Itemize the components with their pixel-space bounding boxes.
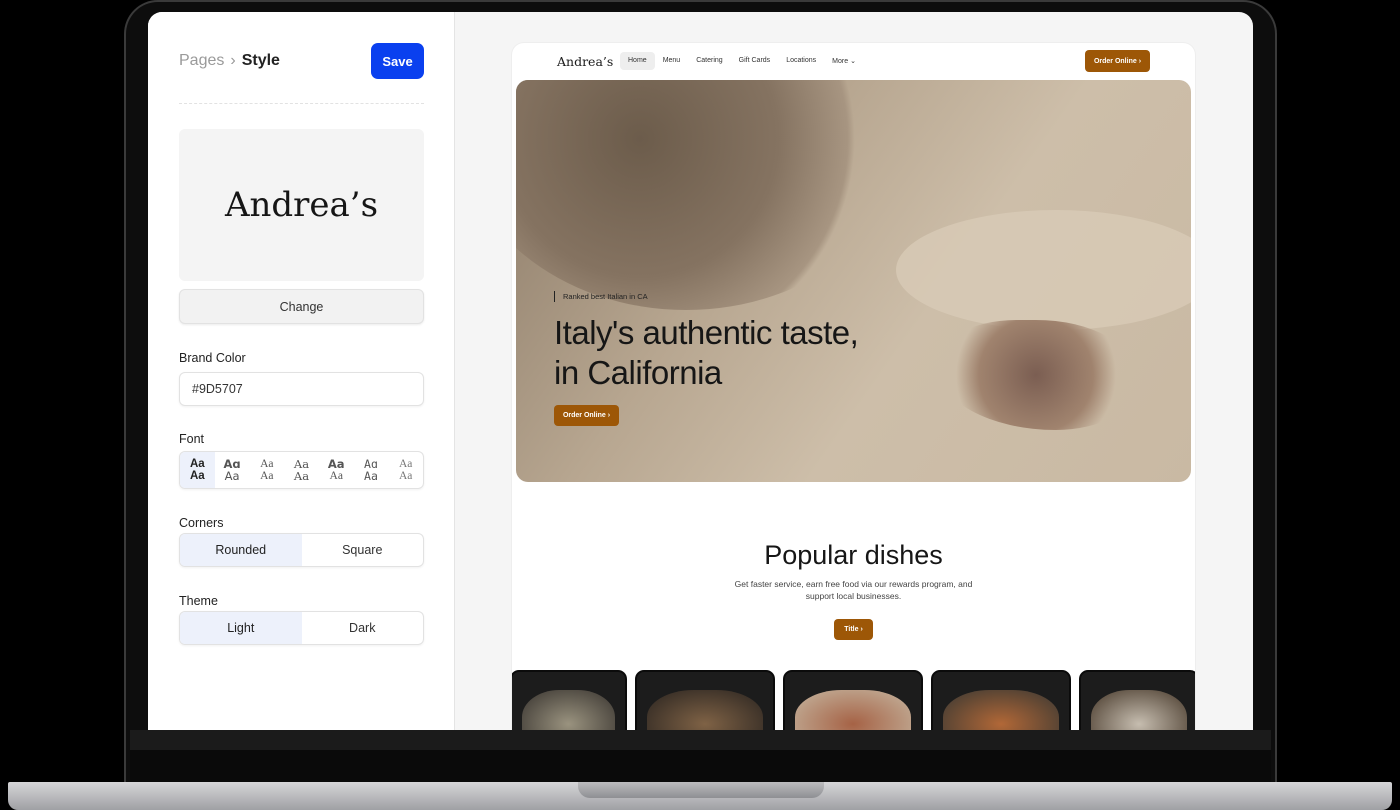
change-logo-button[interactable]: Change xyxy=(179,289,424,324)
font-option[interactable]: Aa Aa xyxy=(249,452,284,488)
nav-catering[interactable]: Catering xyxy=(688,52,730,70)
style-editor-panel: Pages › Style Save Andrea’s Change Brand C… xyxy=(148,12,455,730)
theme-light-option[interactable]: Light xyxy=(180,612,302,644)
app-screen: Pages › Style Save Andrea’s Change Brand C… xyxy=(148,12,1253,730)
chevron-right-icon: › xyxy=(607,412,611,419)
order-online-button[interactable]: Order Online › xyxy=(1085,50,1150,72)
corners-square-option[interactable]: Square xyxy=(302,534,424,566)
logo-preview: Andrea’s xyxy=(179,129,424,281)
theme-toggle: Light Dark xyxy=(179,611,424,645)
corners-toggle: Rounded Square xyxy=(179,533,424,567)
dish-tile[interactable] xyxy=(635,670,775,730)
font-label: Font xyxy=(179,432,205,446)
font-picker: Aa Aa Aɑ Aa Aa Aa Aa Aa Aa Aa Aɑ Aa Aa Aa xyxy=(179,451,424,489)
hero-image-dish xyxy=(516,80,916,310)
chevron-right-icon: › xyxy=(230,52,236,69)
font-option[interactable]: Aa Aa xyxy=(319,452,354,488)
website-preview: Andrea’s Home Menu Catering Gift Cards L… xyxy=(512,43,1195,730)
nav-locations[interactable]: Locations xyxy=(778,52,824,70)
hero-badge: Ranked best Italian in CA xyxy=(554,291,648,302)
save-button[interactable]: Save xyxy=(371,43,424,79)
hero-headline: Italy's authentic taste, in California xyxy=(554,314,859,391)
hero-section: Ranked best Italian in CA Italy's authen… xyxy=(516,80,1191,482)
laptop-chin xyxy=(130,730,1271,750)
dish-tile[interactable] xyxy=(1079,670,1195,730)
site-nav: Home Menu Catering Gift Cards Locations … xyxy=(620,52,864,70)
nav-more[interactable]: More ⌄ xyxy=(824,52,864,70)
hero-order-button[interactable]: Order Online › xyxy=(554,405,619,426)
dish-tile[interactable] xyxy=(512,670,627,730)
laptop-hinge xyxy=(130,750,1271,782)
brand-color-input[interactable] xyxy=(179,372,424,406)
corners-label: Corners xyxy=(179,516,224,530)
hero-image-sauce xyxy=(896,210,1191,330)
chevron-right-icon: › xyxy=(860,626,863,633)
popular-title: Popular dishes xyxy=(764,540,943,570)
theme-dark-option[interactable]: Dark xyxy=(302,612,424,644)
site-logo[interactable]: Andrea’s xyxy=(557,54,613,69)
breadcrumb-current: Style xyxy=(241,52,280,69)
theme-label: Theme xyxy=(179,594,218,608)
font-option[interactable]: Aa Aa xyxy=(180,452,215,488)
font-option[interactable]: Aɑ Aa xyxy=(354,452,389,488)
chevron-down-icon: ⌄ xyxy=(850,58,856,65)
nav-home[interactable]: Home xyxy=(620,52,655,70)
nav-gift-cards[interactable]: Gift Cards xyxy=(731,52,779,70)
chevron-right-icon: › xyxy=(1138,57,1142,65)
nav-menu[interactable]: Menu xyxy=(655,52,689,70)
font-option[interactable]: Aa Aa xyxy=(388,452,423,488)
dish-tile[interactable] xyxy=(783,670,923,730)
popular-button[interactable]: Title › xyxy=(834,619,873,640)
font-option[interactable]: Aa Aa xyxy=(284,452,319,488)
breadcrumb-pages[interactable]: Pages xyxy=(179,52,224,69)
popular-subtitle: Get faster service, earn free food via o… xyxy=(734,579,973,601)
hero-image-garnish xyxy=(936,320,1136,430)
brand-color-label: Brand Color xyxy=(179,351,246,365)
dish-carousel xyxy=(512,670,1195,730)
breadcrumb: Pages › Style xyxy=(179,52,280,70)
corners-rounded-option[interactable]: Rounded xyxy=(180,534,302,566)
divider xyxy=(179,103,424,104)
laptop-notch xyxy=(578,782,824,798)
font-option[interactable]: Aɑ Aa xyxy=(215,452,250,488)
dish-tile[interactable] xyxy=(931,670,1071,730)
